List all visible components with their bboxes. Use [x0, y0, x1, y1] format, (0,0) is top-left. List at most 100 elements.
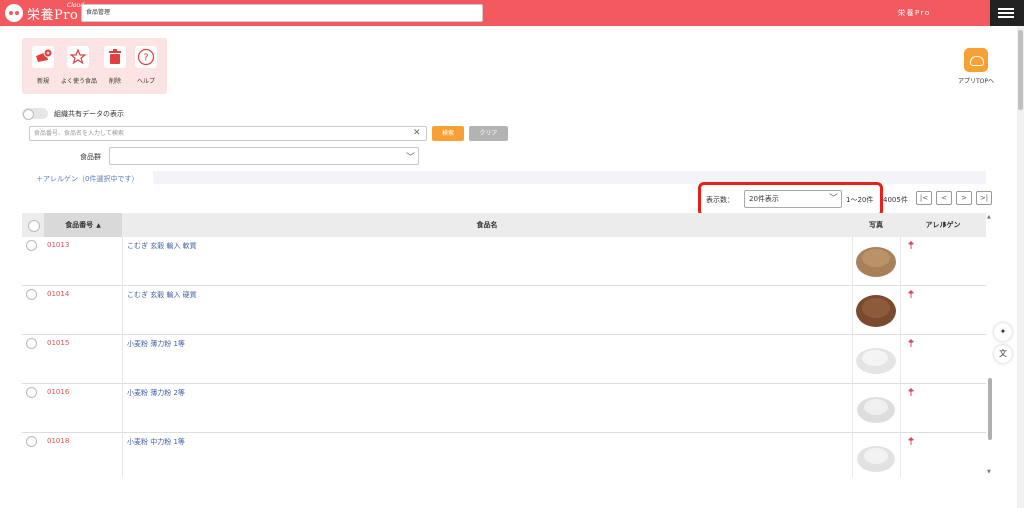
app-top-button[interactable]: アプリTOPへ — [954, 48, 998, 85]
delete-button[interactable]: 削除 — [98, 46, 132, 85]
scroll-up-icon[interactable]: ▲ — [987, 214, 991, 220]
food-code[interactable]: 01013 — [47, 241, 69, 249]
display-count-value: 20件表示 — [749, 195, 779, 203]
column-divider — [122, 286, 123, 335]
row-checkbox[interactable] — [26, 240, 37, 251]
food-group-select[interactable]: ﹀ — [109, 147, 419, 165]
add-food-icon — [32, 46, 54, 68]
column-divider — [852, 433, 853, 477]
chevron-down-icon: ﹀ — [406, 153, 416, 163]
sparkle-icon[interactable]: ✦ — [994, 323, 1012, 341]
food-search-input[interactable]: 食品番号、食品名を入力して検索 — [29, 126, 427, 141]
food-name[interactable]: 小麦粉 薄力粉 2等 — [127, 388, 185, 398]
food-name[interactable]: 小麦粉 薄力粉 1等 — [127, 339, 185, 349]
favorites-button[interactable]: よく使う食品 — [61, 46, 98, 85]
food-code[interactable]: 01015 — [47, 339, 69, 347]
column-divider — [852, 286, 853, 335]
last-page-button[interactable]: >| — [976, 191, 992, 205]
star-icon — [67, 46, 89, 68]
allergen-filter-link[interactable]: ＋アレルゲン（0件選択中です） — [36, 174, 138, 184]
help-button[interactable]: ? ヘルプ — [129, 46, 163, 85]
help-icon: ? — [135, 46, 157, 68]
svg-text:?: ? — [143, 53, 148, 64]
column-divider — [122, 335, 123, 384]
food-photo[interactable] — [855, 290, 897, 328]
new-label: 新規 — [36, 78, 49, 85]
translate-icon[interactable]: 文 — [994, 345, 1012, 363]
column-header-code-label: 食品番号 — [65, 221, 94, 229]
column-divider — [900, 433, 901, 477]
allergen-wheat-icon — [908, 388, 914, 396]
column-header-allergen: アレルゲン — [925, 221, 961, 229]
trash-icon — [104, 46, 126, 68]
row-checkbox[interactable] — [26, 289, 37, 300]
row-checkbox[interactable] — [26, 338, 37, 349]
food-name[interactable]: こむぎ 玄穀 輸入 軟質 — [127, 241, 197, 251]
user-name[interactable]: 栄養Pro — [898, 8, 931, 18]
column-divider — [900, 286, 901, 335]
row-checkbox[interactable] — [26, 436, 37, 447]
display-count-select[interactable]: 20件表示 ﹀ — [744, 190, 842, 208]
food-photo[interactable] — [855, 241, 897, 279]
table-row[interactable]: 01013 こむぎ 玄穀 輸入 軟質 — [22, 237, 986, 286]
shared-data-toggle-label: 組織共有データの表示 — [54, 110, 124, 118]
column-header-name-label: 食品名 — [476, 221, 498, 229]
row-checkbox[interactable] — [26, 387, 37, 398]
food-code[interactable]: 01014 — [47, 290, 69, 298]
app-logo[interactable]: 栄養Pro Cloud — [5, 2, 84, 23]
column-header-photo: 写真 — [869, 221, 883, 229]
clear-input-icon[interactable]: ✕ — [413, 126, 421, 141]
hamburger-menu-button[interactable] — [990, 0, 1024, 26]
column-header-name[interactable]: 食品名 ⬍ — [122, 213, 948, 237]
prev-page-button[interactable]: < — [936, 191, 952, 205]
shared-data-toggle[interactable] — [22, 108, 48, 120]
column-header-code[interactable]: 食品番号 ▲ — [44, 213, 122, 237]
table-scrollbar-thumb[interactable] — [988, 378, 992, 440]
next-page-button[interactable]: > — [956, 191, 972, 205]
search-button[interactable]: 検索 — [432, 126, 464, 141]
column-divider — [900, 384, 901, 433]
table-row[interactable]: 01015 小麦粉 薄力粉 1等 — [22, 335, 986, 384]
food-photo[interactable] — [855, 437, 897, 475]
app-top-label: アプリTOPへ — [957, 78, 994, 85]
food-photo[interactable] — [855, 339, 897, 377]
display-count-label: 表示数： — [706, 196, 734, 204]
page-range-text: 1～20件 — [846, 196, 874, 204]
column-divider — [852, 237, 853, 286]
clear-button[interactable]: クリア — [469, 126, 508, 141]
delete-label: 削除 — [108, 78, 121, 85]
column-divider — [900, 237, 901, 286]
table-row[interactable]: 01016 小麦粉 薄力粉 2等 — [22, 384, 986, 433]
column-divider — [900, 335, 901, 384]
food-name[interactable]: 小麦粉 中力粉 1等 — [127, 437, 185, 447]
allergen-wheat-icon — [908, 290, 914, 298]
logo-badge-icon — [5, 4, 23, 22]
column-divider — [852, 335, 853, 384]
top-bar: 栄養Pro Cloud 食品管理 栄養Pro — [0, 0, 1024, 26]
page-scrollbar-thumb[interactable] — [1018, 30, 1023, 110]
column-divider — [122, 237, 123, 286]
table-row[interactable]: 01018 小麦粉 中力粉 1等 — [22, 433, 986, 477]
total-count-text: 4005件 — [883, 196, 908, 204]
table-header: 食品番号 ▲ 食品名 ⬍ 写真 アレルゲン — [22, 213, 986, 237]
food-code[interactable]: 01016 — [47, 388, 69, 396]
new-button[interactable]: 新規 — [26, 46, 60, 85]
food-group-label: 食品群 — [80, 153, 101, 161]
first-page-button[interactable]: |< — [916, 191, 932, 205]
table-row[interactable]: 01014 こむぎ 玄穀 輸入 硬質 — [22, 286, 986, 335]
allergen-wheat-icon — [908, 437, 914, 445]
food-code[interactable]: 01018 — [47, 437, 69, 445]
scroll-down-icon[interactable]: ▼ — [987, 469, 991, 475]
column-divider — [852, 384, 853, 433]
action-toolbar: 新規 よく使う食品 削除 ? ヘルプ — [22, 38, 167, 94]
food-table-body: 01013 こむぎ 玄穀 輸入 軟質 01014 こむぎ 玄穀 輸入 硬質 01… — [22, 237, 986, 477]
column-divider — [122, 384, 123, 433]
column-divider — [122, 433, 123, 477]
favorites-label: よく使う食品 — [61, 78, 98, 85]
food-name[interactable]: こむぎ 玄穀 輸入 硬質 — [127, 290, 197, 300]
menu-bar-icon — [998, 8, 1014, 10]
select-all-checkbox[interactable] — [22, 213, 44, 237]
menu-bar-icon — [998, 12, 1014, 14]
food-photo[interactable] — [855, 388, 897, 426]
app-title-field[interactable]: 食品管理 — [81, 4, 483, 22]
